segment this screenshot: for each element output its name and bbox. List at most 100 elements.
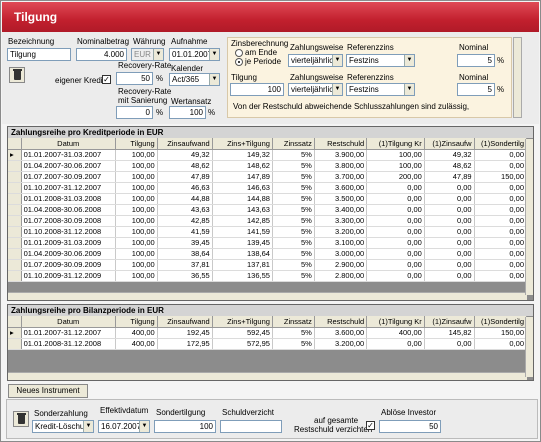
column-header[interactable]: Tilgung: [115, 316, 158, 328]
table-cell[interactable]: 48,62: [424, 160, 475, 172]
table-cell[interactable]: 49,32: [157, 149, 213, 161]
column-header[interactable]: (1)Tilgung Kr: [366, 138, 425, 150]
referenzzins-select[interactable]: Festzins ▼: [346, 54, 415, 67]
am-ende-radio[interactable]: am Ende: [235, 48, 277, 57]
table-row[interactable]: 01.10.2008-31.12.2008 100,00 41,59 141,59 5%…: [8, 226, 528, 238]
table-cell[interactable]: 5%: [272, 327, 315, 339]
table-row[interactable]: ▸ 01.01.2007-31.03.2007 100,00 49,32 149,32 5…: [8, 149, 528, 161]
table-cell[interactable]: 0,00: [366, 338, 425, 350]
je-periode-radio[interactable]: je Periode: [235, 57, 281, 66]
row-indicator[interactable]: [8, 259, 22, 271]
table-cell[interactable]: 3.600,00: [314, 327, 368, 339]
table-cell[interactable]: 150,00: [474, 327, 528, 339]
table-cell[interactable]: 5%: [272, 215, 315, 227]
row-indicator[interactable]: [8, 171, 22, 183]
table-cell[interactable]: 0,00: [424, 182, 475, 194]
table-cell[interactable]: 136,55: [212, 270, 273, 282]
table-cell[interactable]: 0,00: [424, 215, 475, 227]
table-cell[interactable]: 42,85: [157, 215, 213, 227]
table-cell[interactable]: 100,00: [115, 193, 158, 205]
table-cell[interactable]: 0,00: [366, 204, 425, 216]
table-cell[interactable]: 143,63: [212, 204, 273, 216]
row-indicator[interactable]: [8, 338, 22, 350]
column-header[interactable]: Datum: [21, 138, 116, 150]
table-cell[interactable]: 46,63: [157, 182, 213, 194]
table-row[interactable]: 01.01.2008-31.03.2008 100,00 44,88 144,88 5%…: [8, 193, 528, 205]
zahlungsweise-select[interactable]: vierteljährlich ▼: [288, 54, 343, 67]
table-cell[interactable]: 0,00: [424, 259, 475, 271]
table-cell[interactable]: 572,95: [212, 338, 273, 350]
table-cell[interactable]: 01.01.2007-31.12.2007: [21, 327, 116, 339]
column-header[interactable]: Restschuld: [314, 138, 368, 150]
table-cell[interactable]: 100,00: [115, 215, 158, 227]
table-row[interactable]: 01.10.2007-31.12.2007 100,00 46,63 146,63 5%…: [8, 182, 528, 194]
table-cell[interactable]: 5%: [272, 193, 315, 205]
table-cell[interactable]: 0,00: [424, 204, 475, 216]
table-row[interactable]: 01.07.2009-30.09.2009 100,00 37,81 137,81 5%…: [8, 259, 528, 271]
table-row[interactable]: ▸ 01.01.2007-31.12.2007 400,00 192,45 592,45…: [8, 327, 528, 339]
table-row[interactable]: 01.04.2008-30.06.2008 100,00 43,63 143,63 5%…: [8, 204, 528, 216]
row-indicator[interactable]: [8, 215, 22, 227]
row-indicator[interactable]: [8, 160, 22, 172]
table-cell[interactable]: 0,00: [424, 193, 475, 205]
vertical-scrollbar[interactable]: [525, 317, 533, 377]
table-cell[interactable]: 3.200,00: [314, 226, 368, 238]
sondertilgung-input[interactable]: 100: [154, 420, 216, 433]
table-cell[interactable]: 0,00: [474, 204, 528, 216]
table-cell[interactable]: 3.900,00: [314, 149, 368, 161]
chevron-down-icon[interactable]: ▼: [404, 84, 414, 95]
table-cell[interactable]: 5%: [272, 248, 315, 260]
zins-panel-scrollbar[interactable]: [513, 37, 522, 118]
table-cell[interactable]: 39,45: [157, 237, 213, 249]
chevron-down-icon[interactable]: ▼: [404, 55, 414, 66]
table-cell[interactable]: 41,59: [157, 226, 213, 238]
bezeichnung-input[interactable]: Tilgung: [7, 48, 71, 61]
column-header[interactable]: Zinssatz: [272, 316, 315, 328]
column-header[interactable]: Zins+Tilgung: [212, 316, 273, 328]
table-cell[interactable]: 0,00: [366, 226, 425, 238]
table-cell[interactable]: 2.900,00: [314, 259, 368, 271]
column-header[interactable]: (1)Sondertilg: [474, 138, 528, 150]
table-row[interactable]: 01.04.2009-30.06.2009 100,00 38,64 138,64 5%…: [8, 248, 528, 260]
table-cell[interactable]: 142,85: [212, 215, 273, 227]
table-cell[interactable]: 01.04.2007-30.06.2007: [21, 160, 116, 172]
column-header[interactable]: Datum: [21, 316, 116, 328]
table-cell[interactable]: 400,00: [366, 327, 425, 339]
table-cell[interactable]: 3.400,00: [314, 204, 368, 216]
vertical-scrollbar[interactable]: [525, 139, 533, 295]
table-cell[interactable]: 0,00: [474, 215, 528, 227]
table-cell[interactable]: 0,00: [366, 248, 425, 260]
row-indicator[interactable]: [8, 237, 22, 249]
table-cell[interactable]: 100,00: [115, 270, 158, 282]
table-cell[interactable]: 0,00: [424, 248, 475, 260]
row-indicator[interactable]: [8, 248, 22, 260]
table-cell[interactable]: 0,00: [474, 160, 528, 172]
table-cell[interactable]: 0,00: [366, 270, 425, 282]
table-row[interactable]: 01.10.2009-31.12.2009 100,00 36,55 136,55 5%…: [8, 270, 528, 282]
table-cell[interactable]: 100,00: [115, 149, 158, 161]
table-cell[interactable]: 5%: [272, 226, 315, 238]
table-cell[interactable]: 0,00: [424, 237, 475, 249]
column-header[interactable]: (1)Tilgung Kr: [366, 316, 425, 328]
table-cell[interactable]: 47,89: [157, 171, 213, 183]
table-cell[interactable]: 100,00: [115, 226, 158, 238]
table-cell[interactable]: 48,62: [157, 160, 213, 172]
column-header[interactable]: Restschuld: [314, 316, 368, 328]
table-cell[interactable]: 100,00: [115, 204, 158, 216]
row-indicator[interactable]: [8, 182, 22, 194]
table-cell[interactable]: 100,00: [115, 160, 158, 172]
column-header[interactable]: (1)Sondertilg: [474, 316, 528, 328]
table-cell[interactable]: 5%: [272, 259, 315, 271]
table-cell[interactable]: 5%: [272, 204, 315, 216]
table-cell[interactable]: 192,45: [157, 327, 213, 339]
table-cell[interactable]: 592,45: [212, 327, 273, 339]
table-cell[interactable]: 01.01.2008-31.12.2008: [21, 338, 116, 350]
table-row[interactable]: 01.04.2007-30.06.2007 100,00 48,62 148,62 5%…: [8, 160, 528, 172]
table-cell[interactable]: 5%: [272, 160, 315, 172]
table-cell[interactable]: 144,88: [212, 193, 273, 205]
table-cell[interactable]: 01.07.2009-30.09.2009: [21, 259, 116, 271]
recovery-rate-input[interactable]: 50: [116, 72, 153, 85]
table-cell[interactable]: 01.01.2009-31.03.2009: [21, 237, 116, 249]
table-cell[interactable]: 3.800,00: [314, 160, 368, 172]
table-cell[interactable]: 100,00: [115, 237, 158, 249]
